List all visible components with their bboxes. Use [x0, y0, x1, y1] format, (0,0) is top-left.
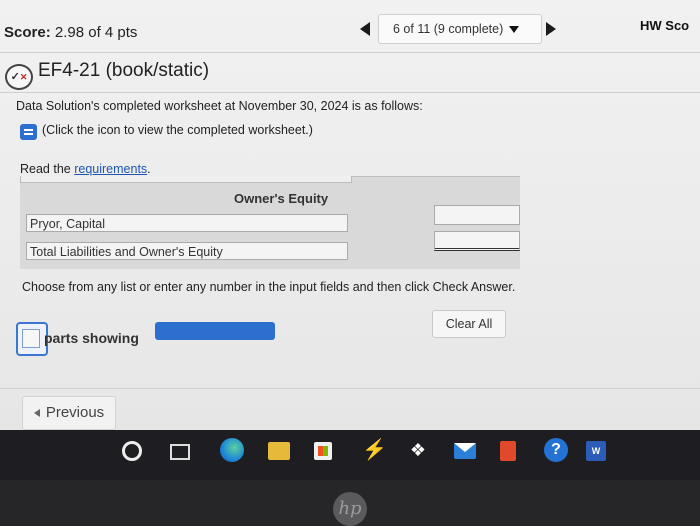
owners-equity-header: Owner's Equity — [234, 191, 329, 206]
worksheet-icon[interactable] — [20, 124, 37, 140]
office-icon[interactable] — [500, 441, 516, 461]
amount-input-pryor-capital[interactable] — [434, 205, 520, 225]
divider — [0, 92, 700, 93]
question-select-label: 6 of 11 (9 complete) — [393, 22, 504, 36]
edge-icon[interactable] — [220, 438, 244, 462]
question-title: EF4-21 (book/static) — [38, 60, 210, 81]
amount-input-total-liabilities-oe[interactable] — [434, 231, 520, 251]
read-requirements: Read the requirements. — [20, 162, 151, 176]
table-top-row — [20, 176, 352, 183]
store-icon[interactable] — [314, 442, 332, 460]
previous-question-icon[interactable] — [360, 22, 370, 36]
mail-icon[interactable] — [454, 443, 476, 459]
row-label-total-liabilities-oe[interactable]: Total Liabilities and Owner's Equity — [26, 242, 348, 260]
search-icon[interactable] — [122, 441, 142, 461]
previous-button[interactable]: Previous — [22, 396, 116, 430]
previous-label: Previous — [45, 404, 105, 421]
answer-instruction: Choose from any list or enter any number… — [22, 280, 516, 294]
partial-credit-icon: ✓✕ — [5, 64, 33, 90]
worksheet-instruction: (Click the icon to view the completed wo… — [42, 123, 313, 137]
word-icon[interactable]: W — [586, 441, 606, 461]
browser-screen: Score: 2.98 of 4 pts 6 of 11 (9 complete… — [0, 0, 700, 430]
clear-all-button[interactable]: Clear All — [432, 310, 506, 338]
score-value: 2.98 of 4 pts — [54, 24, 138, 41]
row-label-pryor-capital[interactable]: Pryor, Capital — [26, 214, 348, 232]
next-question-icon[interactable] — [546, 22, 556, 36]
question-intro: Data Solution's completed worksheet at N… — [16, 99, 423, 113]
read-suffix: . — [147, 162, 151, 176]
hp-logo: hp — [333, 492, 367, 526]
dropbox-icon[interactable]: ❖ — [406, 438, 430, 462]
divider — [0, 52, 700, 53]
bolt-icon[interactable]: ⚡ — [362, 438, 387, 462]
task-view-icon[interactable] — [170, 444, 190, 460]
parts-progress-bar — [155, 322, 275, 340]
divider — [0, 388, 700, 389]
parts-showing-label: parts showing — [44, 330, 139, 346]
score-label: Score: — [4, 24, 51, 41]
score-display: Score: 2.98 of 4 pts — [4, 24, 137, 41]
chevron-down-icon — [509, 26, 520, 34]
read-prefix: Read the — [20, 162, 75, 176]
hw-score: HW Sco — [640, 18, 690, 33]
windows-taskbar: ⚡ ❖ ? W — [0, 430, 700, 480]
file-explorer-icon[interactable] — [268, 442, 290, 460]
help-icon[interactable]: ? — [544, 438, 568, 462]
chevron-left-icon — [33, 409, 40, 418]
question-navigator: 6 of 11 (9 complete) — [350, 14, 570, 44]
question-select[interactable]: 6 of 11 (9 complete) — [378, 14, 542, 44]
requirements-link[interactable]: requirements — [74, 162, 147, 176]
